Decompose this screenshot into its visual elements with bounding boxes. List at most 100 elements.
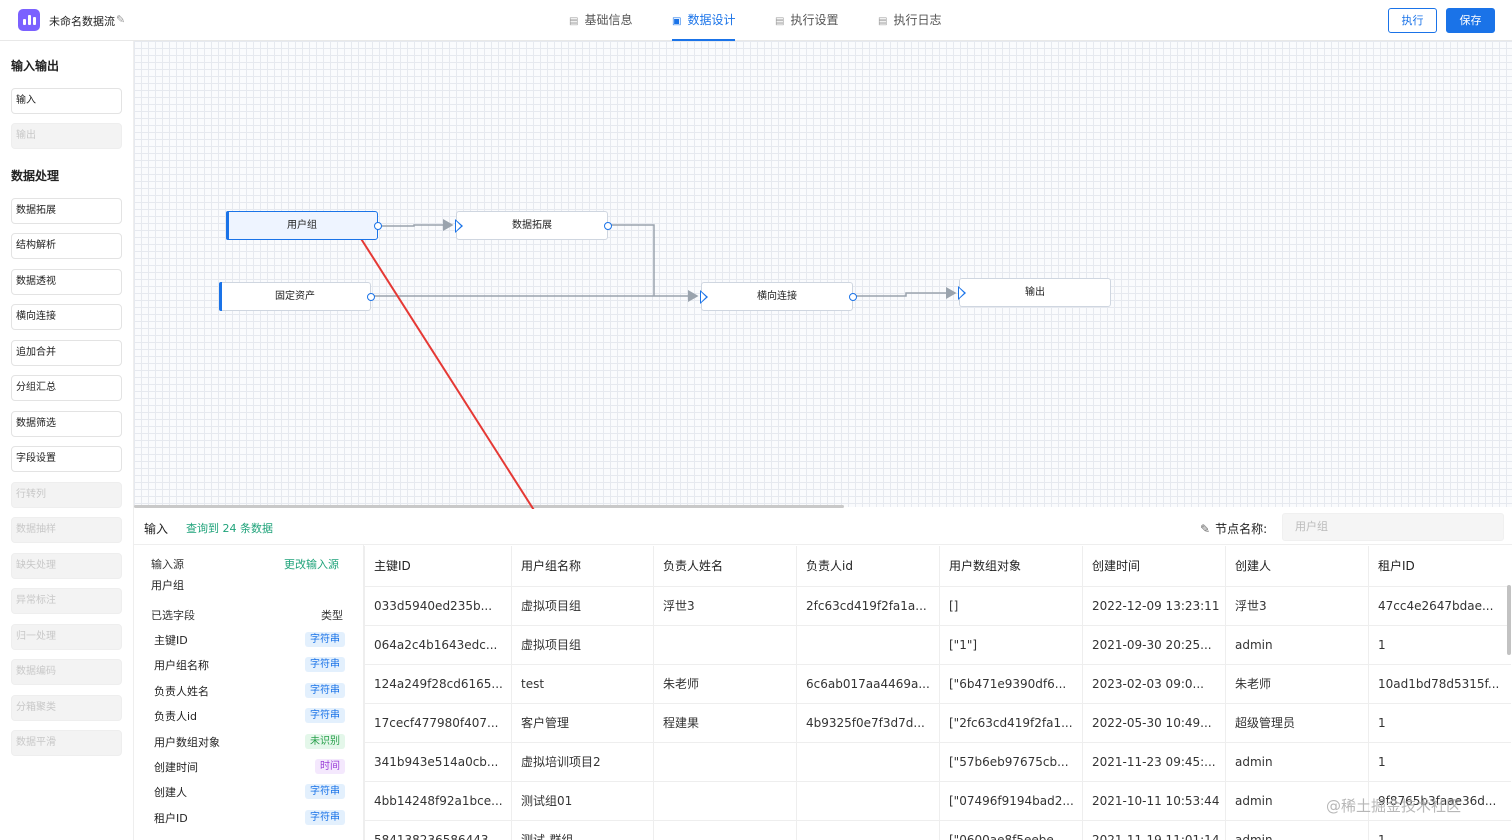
table-cell: 测试-群组 xyxy=(511,820,654,840)
output-port-icon[interactable] xyxy=(604,222,612,230)
table-cell: 2023-02-03 09:0... xyxy=(1082,664,1226,704)
flow-node-user-group[interactable]: 用户组 xyxy=(226,211,382,240)
tool-horizontal-join[interactable]: 横向连接 xyxy=(11,304,122,330)
table-row[interactable]: 341b943e514a0cb... 虚拟培训项目2 ["57b6eb97675c… xyxy=(364,742,1511,782)
table-cell: 1 xyxy=(1368,820,1511,840)
output-port-icon[interactable] xyxy=(849,293,857,301)
tool-field-settings[interactable]: 字段设置 xyxy=(11,446,122,472)
watermark: @稀土掘金技术社区 xyxy=(1326,797,1462,815)
tool-data-filter[interactable]: 数据筛选 xyxy=(11,411,122,437)
output-port-icon[interactable] xyxy=(374,222,382,230)
table-cell: 测试组01 xyxy=(511,781,654,821)
table-cell: [] xyxy=(939,586,1083,626)
run-button[interactable]: 执行 xyxy=(1388,8,1437,33)
table-cell xyxy=(653,742,797,782)
table-row[interactable]: 584138236586443... 测试-群组 ["0600ae8f5eebe.… xyxy=(364,820,1511,840)
table-cell xyxy=(653,625,797,665)
table-cell: 6c6ab017aa4469a... xyxy=(796,664,940,704)
table-cell: 超级管理员 xyxy=(1225,703,1369,743)
table-row[interactable]: 033d5940ed235b... 虚拟项目组 浮世3 2fc63cd419f2fa… xyxy=(364,586,1511,626)
input-port-icon[interactable] xyxy=(455,219,463,233)
flow-node-output[interactable]: 输出 xyxy=(958,278,1111,307)
tool-group-summary[interactable]: 分组汇总 xyxy=(11,375,122,401)
table-cell: ["1"] xyxy=(939,625,1083,665)
tab-exec-settings[interactable]: ▤ 执行设置 xyxy=(775,0,838,41)
save-button[interactable]: 保存 xyxy=(1446,8,1495,33)
field-name: 租户ID xyxy=(154,812,188,825)
tool-output: 输出 xyxy=(11,123,122,149)
io-section-title: 输入输出 xyxy=(11,59,60,73)
tool-data-pivot[interactable]: 数据透视 xyxy=(11,269,122,295)
table-cell: 朱老师 xyxy=(653,664,797,704)
table-cell xyxy=(796,781,940,821)
flow-node-fixed-assets[interactable]: 固定资产 xyxy=(219,282,375,311)
flow-node-data-expand[interactable]: 数据拓展 xyxy=(455,211,612,240)
table-cell: test xyxy=(511,664,654,704)
table-cell: 虚拟培训项目2 xyxy=(511,742,654,782)
tool-structure-parse[interactable]: 结构解析 xyxy=(11,233,122,259)
tab-data-design[interactable]: ▣ 数据设计 xyxy=(672,0,736,41)
tab-exec-log[interactable]: ▤ 执行日志 xyxy=(878,0,941,41)
processing-section-title: 数据处理 xyxy=(11,169,60,183)
table-cell: 2022-05-30 10:49... xyxy=(1082,703,1226,743)
flow-node-horizontal-join[interactable]: 横向连接 xyxy=(700,282,857,311)
table-cell: 浮世3 xyxy=(1225,586,1369,626)
field-type-badge: 时间 xyxy=(315,759,345,774)
tool-data-expand[interactable]: 数据拓展 xyxy=(11,198,122,224)
column-header[interactable]: 创建人 xyxy=(1225,546,1369,587)
field-name: 创建时间 xyxy=(154,761,198,774)
tool-normalize: 归一处理 xyxy=(11,624,122,650)
edit-icon[interactable]: ✎ xyxy=(116,13,125,26)
table-row[interactable]: 17cecf477980f407... 客户管理 程建果 4b9325f0e7f3d… xyxy=(364,703,1511,743)
column-header[interactable]: 租户ID xyxy=(1368,546,1511,587)
input-source-label: 输入源 xyxy=(151,558,184,571)
table-row[interactable]: 064a2c4b1643edc... 虚拟项目组 ["1"] 2021-09-30 … xyxy=(364,625,1511,665)
table-cell: 浮世3 xyxy=(653,586,797,626)
table-cell: 朱老师 xyxy=(1225,664,1369,704)
change-source-link[interactable]: 更改输入源 xyxy=(284,556,339,572)
table-cell: 1 xyxy=(1368,703,1511,743)
table-cell: ["57b6eb97675cb... xyxy=(939,742,1083,782)
table-cell: 124a249f28cd6165... xyxy=(364,664,512,704)
tool-append-merge[interactable]: 追加合并 xyxy=(11,340,122,366)
field-name: 用户组名称 xyxy=(154,659,209,672)
document-icon: ▤ xyxy=(569,16,579,27)
node-accent-bar xyxy=(219,282,222,311)
input-port-icon[interactable] xyxy=(700,290,708,304)
flow-canvas[interactable] xyxy=(134,41,1512,507)
column-header[interactable]: 负责人id xyxy=(796,546,940,587)
table-cell xyxy=(653,820,797,840)
document-icon: ▤ xyxy=(775,16,785,27)
detail-title: 输入 xyxy=(144,522,169,536)
table-cell: 1 xyxy=(1368,625,1511,665)
canvas-horizontal-scrollbar[interactable] xyxy=(134,505,844,508)
column-header[interactable]: 用户组名称 xyxy=(511,546,654,587)
column-header[interactable]: 主键ID xyxy=(364,546,512,587)
table-cell: 033d5940ed235b... xyxy=(364,586,512,626)
node-name-input[interactable]: 用户组 xyxy=(1282,513,1504,541)
flow-name: 未命名数据流 xyxy=(49,15,115,28)
node-accent-bar xyxy=(226,211,229,240)
table-vertical-scrollbar[interactable] xyxy=(1507,585,1511,655)
tool-input[interactable]: 输入 xyxy=(11,88,122,114)
input-port-icon[interactable] xyxy=(958,286,966,300)
output-port-icon[interactable] xyxy=(367,293,375,301)
column-header[interactable]: 用户数组对象 xyxy=(939,546,1083,587)
table-row[interactable]: 124a249f28cd6165... test 朱老师 6c6ab017aa446… xyxy=(364,664,1511,704)
table-cell: 47cc4e2647bdae... xyxy=(1368,586,1511,626)
column-header[interactable]: 负责人姓名 xyxy=(653,546,797,587)
field-type-badge: 字符串 xyxy=(305,632,345,647)
field-type-badge: 未识别 xyxy=(305,734,345,749)
field-type-badge: 字符串 xyxy=(305,810,345,825)
tool-data-sampling: 数据抽样 xyxy=(11,517,122,543)
table-cell: admin xyxy=(1225,820,1369,840)
app-logo-icon xyxy=(18,9,40,31)
column-header[interactable]: 创建时间 xyxy=(1082,546,1226,587)
table-cell: 064a2c4b1643edc... xyxy=(364,625,512,665)
input-source-value: 用户组 xyxy=(151,579,184,592)
field-type-badge: 字符串 xyxy=(305,708,345,723)
tab-basic-info[interactable]: ▤ 基础信息 xyxy=(569,0,632,41)
field-name: 创建人 xyxy=(154,786,187,799)
node-name-label: ✎ 节点名称: xyxy=(1200,522,1268,536)
table-cell: ["6b471e9390df6... xyxy=(939,664,1083,704)
